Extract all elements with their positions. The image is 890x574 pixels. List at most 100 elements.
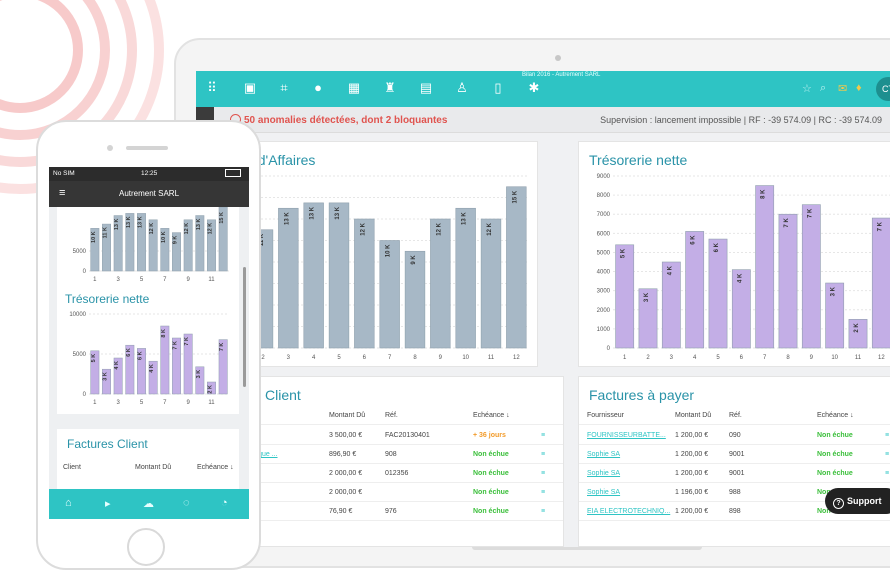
column-header[interactable]: Echéance ↓ xyxy=(817,412,854,419)
data-label: 13 K xyxy=(126,216,132,228)
column-header[interactable]: Montant Dû xyxy=(675,412,711,419)
column-header[interactable]: Fournisseur xyxy=(587,412,624,419)
bar xyxy=(506,186,527,349)
row-menu-icon[interactable]: ≡ xyxy=(541,508,545,515)
phone-ca-card: 0 5000 10 K 1 11 K 13 K 3 13 K 13 K 5 12 K 10 K 7 9 K… xyxy=(57,206,239,293)
client-link[interactable]: EIA ELECTROTECHNIQ... xyxy=(587,508,670,515)
apps-icon[interactable]: ⠿ xyxy=(204,80,220,96)
bell-icon[interactable]: ◔ xyxy=(221,497,228,509)
y-tick-label: 7000 xyxy=(597,212,611,218)
bar xyxy=(278,207,299,349)
menu-icon[interactable]: ≡ xyxy=(59,187,65,199)
y-tick-label: 5000 xyxy=(73,249,87,255)
row-menu-icon[interactable]: ≡ xyxy=(885,470,889,477)
bar xyxy=(354,218,375,349)
amount-due: 1 196,00 € xyxy=(675,489,709,496)
bar xyxy=(480,218,502,349)
table-row[interactable]: ly2 000,00 €Non échue≡ xyxy=(219,484,563,502)
phone-fc-card: Factures Client Client Montant Dû Echéan… xyxy=(57,429,239,489)
client-link[interactable]: Sophie SA xyxy=(587,470,620,477)
table-row[interactable]: FOURNISSEURBATTE... 1 200,00 € 090 Non échu… xyxy=(579,427,890,445)
reference: 976 xyxy=(385,508,397,515)
data-label: 4 K xyxy=(149,364,155,373)
client-link[interactable]: FOURNISSEURBATTE... xyxy=(587,432,666,439)
org-icon[interactable]: ⌗ xyxy=(276,80,292,96)
data-label: 7 K xyxy=(877,221,883,231)
home-button[interactable] xyxy=(127,528,165,566)
data-label: 8 K xyxy=(161,329,167,338)
x-tick-label: 9 xyxy=(186,400,190,406)
table-row[interactable]: ly2 000,00 €012356Non échue≡ xyxy=(219,465,563,483)
bar xyxy=(755,185,775,349)
anomalies-alert[interactable]: 50 anomalies détectées, dont 2 bloquante… xyxy=(230,114,447,126)
client-link[interactable]: Sophie SA xyxy=(587,451,620,458)
data-label: 6 K xyxy=(138,351,144,360)
bug-icon[interactable]: ✱ xyxy=(526,80,542,96)
search-icon[interactable]: ⌕ xyxy=(820,82,826,95)
support-label: Support xyxy=(847,496,882,506)
user-icon[interactable]: ♙ xyxy=(454,80,470,96)
x-tick-label: 4 xyxy=(312,355,316,361)
y-tick-label: 6000 xyxy=(597,231,611,237)
row-menu-icon[interactable]: ≡ xyxy=(885,432,889,439)
amount-due: 1 200,00 € xyxy=(675,451,709,458)
row-menu-icon[interactable]: ≡ xyxy=(541,432,545,439)
reference: 898 xyxy=(729,508,741,515)
phone-scrollbar[interactable] xyxy=(243,267,246,387)
column-header[interactable]: Montant Dû xyxy=(329,412,365,419)
x-tick-label: 8 xyxy=(786,355,790,361)
x-tick-label: 5 xyxy=(716,355,720,361)
avatar[interactable]: CT xyxy=(876,77,890,101)
row-menu-icon[interactable]: ≡ xyxy=(885,451,889,458)
data-label: 15 K xyxy=(512,190,518,203)
column-header[interactable]: Echéance ↓ xyxy=(473,412,510,419)
table-row[interactable]: Sophie SA 1 200,00 € 9001 Non échue ≡ xyxy=(579,446,890,464)
client-link[interactable]: Sophie SA xyxy=(587,489,620,496)
building-icon[interactable]: ▤ xyxy=(418,80,434,96)
home-icon[interactable]: ⌂ xyxy=(65,497,72,509)
x-tick-label: 4 xyxy=(693,355,697,361)
bar xyxy=(801,204,821,349)
table-row[interactable]: e Informatique ...896,90 €908Non échue≡ xyxy=(219,446,563,464)
y-tick-label: 0 xyxy=(607,346,611,352)
document-icon[interactable]: ▣ xyxy=(242,80,258,96)
chat-icon[interactable]: ◌ xyxy=(183,497,190,509)
phone-screen: No SIM 12:25 ≡ Autrement SARL 0 5000 10 K 1… xyxy=(49,167,249,519)
table-row[interactable]: Sophie SA 1 200,00 € 9001 Non échue ≡ xyxy=(579,465,890,483)
invoice-icon[interactable]: ▯ xyxy=(490,80,506,96)
data-label: 9 K xyxy=(411,255,417,265)
laptop-screen: ⠿ ▣ ⌗ ● ▦ ♜ ▤ ♙ ▯ ✱ Bilan 2016 - Autreme… xyxy=(196,71,890,547)
row-menu-icon[interactable]: ≡ xyxy=(541,451,545,458)
cloud-icon[interactable]: ☁ xyxy=(143,497,154,510)
support-button[interactable]: ? Support xyxy=(825,488,890,514)
column-header[interactable]: Réf. xyxy=(729,412,742,419)
x-tick-label: 5 xyxy=(140,400,144,406)
data-label: 12 K xyxy=(360,222,366,235)
calculator-icon[interactable]: ▦ xyxy=(346,80,362,96)
table-row[interactable]: LIS SA76,90 €976Non échue≡ xyxy=(219,503,563,521)
x-tick-label: 11 xyxy=(855,355,862,361)
x-tick-label: 8 xyxy=(413,355,417,361)
bell-icon[interactable]: ♦ xyxy=(856,82,862,94)
row-menu-icon[interactable]: ≡ xyxy=(541,470,545,477)
row-menu-icon[interactable]: ≡ xyxy=(541,489,545,496)
x-tick-label: 11 xyxy=(488,355,495,361)
mail-icon[interactable]: ✉ xyxy=(838,82,847,95)
column-header[interactable]: Réf. xyxy=(385,412,398,419)
carrier: No SIM xyxy=(53,170,75,177)
supervision-status: Supervision : lancement impossible | RF … xyxy=(600,115,882,125)
bar xyxy=(778,213,798,349)
x-tick-label: 3 xyxy=(670,355,674,361)
y-tick-label: 5000 xyxy=(597,250,611,256)
x-tick-label: 11 xyxy=(208,400,215,406)
bank-icon[interactable]: ♜ xyxy=(382,80,398,96)
table-row[interactable]: LIS SA3 500,00 €FAC20130401+ 36 jours≡ xyxy=(219,427,563,445)
x-tick-label: 9 xyxy=(439,355,443,361)
coins-icon[interactable]: ● xyxy=(310,80,326,96)
data-label: 3 K xyxy=(103,372,109,381)
y-tick-label: 2000 xyxy=(597,308,611,314)
star-icon[interactable]: ☆ xyxy=(802,82,812,95)
laptop-camera xyxy=(555,55,561,61)
exit-icon[interactable]: ▸ xyxy=(105,497,111,510)
data-label: 12 K xyxy=(149,223,155,235)
